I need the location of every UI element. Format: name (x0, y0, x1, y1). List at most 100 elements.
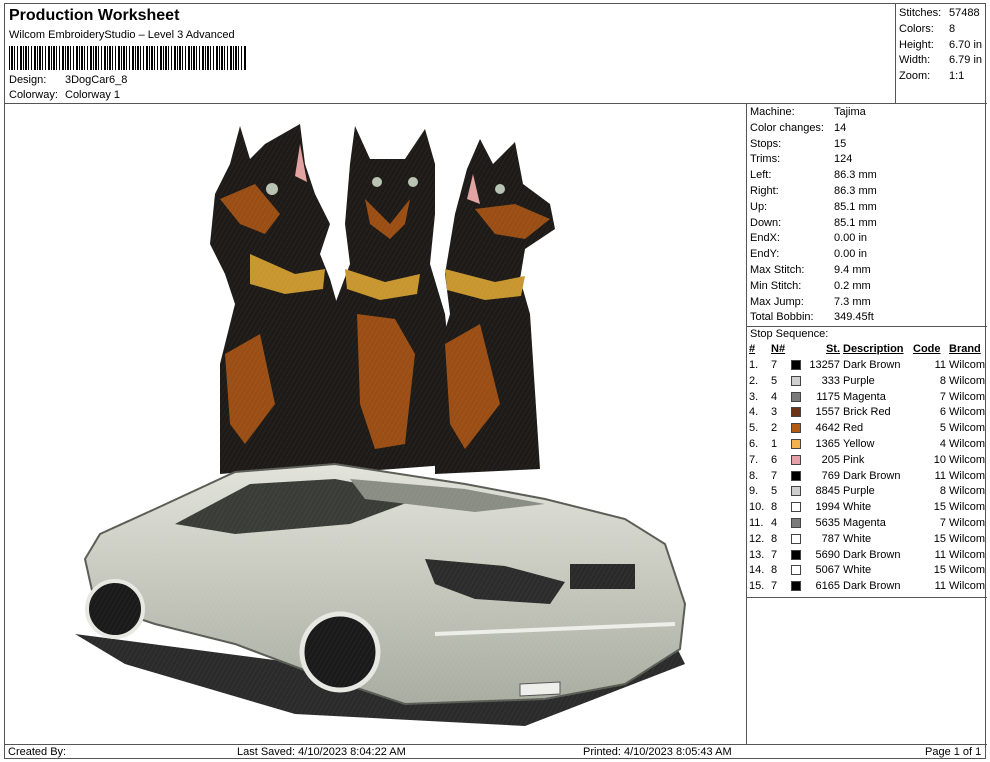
stop-sequence-header-row: # N# St. Description Code Brand (749, 342, 987, 358)
stop-sequence-row: 2. 5 333 Purple 8 Wilcom (749, 374, 987, 390)
stitch-count: 769 (821, 469, 840, 482)
machine-info-row: Left: 86.3 mm (747, 168, 987, 184)
machine-info-label: Min Stitch: (750, 279, 802, 292)
color-description: Dark Brown (843, 358, 901, 371)
summary-value: 57488 (949, 7, 980, 19)
thread-brand: Wilcom (949, 437, 986, 450)
needle-number: 8 (771, 564, 778, 577)
page-title: Production Worksheet (9, 7, 180, 24)
thread-code: 4 (939, 437, 946, 450)
thread-code: 5 (939, 422, 946, 435)
color-description: Purple (843, 485, 875, 498)
machine-info-value: 7.3 mm (834, 295, 871, 308)
color-swatch (791, 454, 801, 465)
thread-code: 15 (933, 532, 946, 545)
thread-code: 11 (934, 469, 946, 482)
machine-info-value: 85.1 mm (834, 216, 877, 229)
machine-info-value: 86.3 mm (834, 184, 877, 197)
color-description: Magenta (843, 516, 886, 529)
color-swatch-cell (791, 484, 807, 500)
stop-sequence-row: 11. 4 5635 Magenta 7 Wilcom (749, 516, 987, 532)
machine-info-row: Max Jump: 7.3 mm (747, 295, 987, 311)
row-number: 2. (749, 374, 759, 387)
stitch-count: 1557 (815, 406, 840, 419)
summary-label: Colors: (899, 22, 934, 35)
row-number: 12. (749, 532, 765, 545)
row-number: 6. (749, 437, 759, 450)
col-header-description: Description (843, 343, 904, 356)
machine-info-value: 15 (834, 137, 847, 150)
machine-info-row: Stops: 15 (747, 137, 987, 153)
color-swatch-cell (791, 579, 807, 595)
color-swatch (791, 423, 801, 434)
needle-number: 5 (771, 485, 778, 498)
colorway-label: Colorway: (9, 89, 58, 101)
color-swatch-cell (791, 516, 807, 532)
software-name: Wilcom EmbroideryStudio – Level 3 Advanc… (9, 29, 235, 41)
machine-info-value: 85.1 mm (834, 200, 877, 213)
machine-info-row: Down: 85.1 mm (747, 216, 987, 232)
stitch-count: 1365 (815, 437, 840, 450)
color-description: Red (843, 422, 864, 435)
summary-value: 6.70 in (949, 38, 983, 51)
stitch-count: 1994 (815, 501, 840, 514)
summary-row: Height: 6.70 in (896, 38, 987, 54)
created-by: Created By: (8, 746, 67, 758)
color-swatch (791, 549, 801, 560)
color-description: White (843, 501, 872, 514)
color-swatch (791, 486, 801, 497)
thread-code: 7 (939, 516, 946, 529)
row-number: 14. (749, 564, 765, 577)
stitch-count: 8845 (815, 485, 840, 498)
row-number: 8. (749, 469, 759, 482)
needle-number: 4 (771, 516, 778, 529)
col-header-needle: N# (771, 343, 786, 356)
color-swatch (791, 375, 801, 386)
barcode (9, 46, 247, 70)
color-swatch-cell (791, 421, 807, 437)
needle-number: 7 (771, 548, 778, 561)
thread-brand: Wilcom (949, 390, 986, 403)
color-description: Dark Brown (843, 469, 901, 482)
color-swatch (791, 581, 801, 592)
machine-info-label: Machine: (750, 106, 795, 118)
machine-info-row: Min Stitch: 0.2 mm (747, 279, 987, 295)
summary-label: Height: (899, 38, 934, 51)
color-swatch-cell (791, 374, 807, 390)
machine-info-value: 9.4 mm (834, 263, 871, 276)
machine-info-value: 86.3 mm (834, 169, 877, 182)
design-label: Design: (9, 74, 47, 86)
summary-row: Stitches: 57488 (896, 6, 987, 22)
color-swatch-cell (791, 390, 807, 406)
row-number: 3. (749, 390, 759, 403)
stitch-count: 4642 (815, 422, 840, 435)
col-header-code: Code (913, 343, 941, 356)
color-swatch-cell (791, 469, 807, 485)
stop-sequence-row: 13. 7 5690 Dark Brown 11 Wilcom (749, 548, 987, 564)
stop-sequence-row: 15. 7 6165 Dark Brown 11 Wilcom (749, 579, 987, 595)
color-swatch (791, 470, 801, 481)
row-number: 1. (749, 358, 759, 371)
color-description: Dark Brown (843, 580, 901, 593)
thread-brand: Wilcom (949, 485, 986, 498)
thread-brand: Wilcom (949, 580, 986, 593)
printed-date: Printed: 4/10/2023 8:05:43 AM (583, 746, 732, 758)
thread-code: 11 (934, 548, 946, 561)
color-swatch-cell (791, 405, 807, 421)
thread-brand: Wilcom (949, 358, 986, 371)
color-description: Yellow (843, 437, 875, 450)
stop-sequence-row: 8. 7 769 Dark Brown 11 Wilcom (749, 469, 987, 485)
thread-brand: Wilcom (949, 532, 986, 545)
color-swatch (791, 407, 801, 418)
summary-label: Width: (899, 54, 931, 67)
summary-row: Width: 6.79 in (896, 53, 987, 69)
thread-code: 11 (934, 580, 946, 593)
worksheet-frame: Production Worksheet Wilcom EmbroiderySt… (4, 3, 987, 759)
stop-sequence-row: 3. 4 1175 Magenta 7 Wilcom (749, 390, 987, 406)
machine-info-label: Max Stitch: (750, 263, 805, 276)
last-saved: Last Saved: 4/10/2023 8:04:22 AM (237, 746, 406, 758)
row-number: 4. (749, 406, 759, 419)
stop-sequence-row: 10. 8 1994 White 15 Wilcom (749, 500, 987, 516)
design-row: Design: 3DogCar6_8 (9, 74, 127, 86)
color-swatch-cell (791, 358, 807, 374)
